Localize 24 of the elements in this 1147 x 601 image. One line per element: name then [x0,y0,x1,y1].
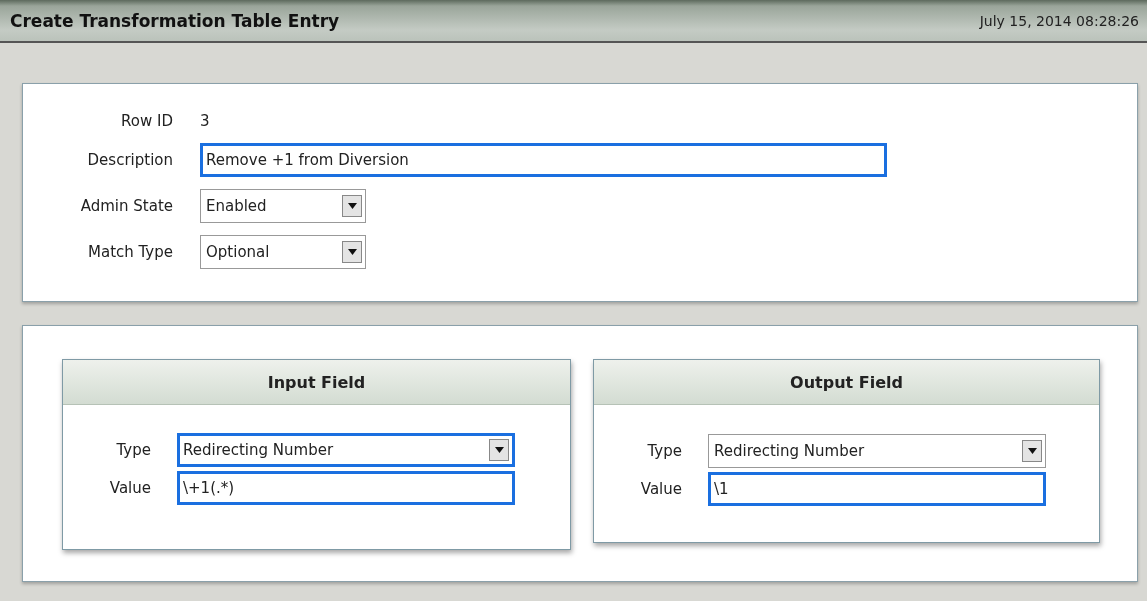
group-title: Input Field [63,360,570,405]
row-id-value: 3 [200,112,210,130]
caret-icon [1022,440,1042,462]
field-label: Value [108,479,151,497]
field-label: Type [115,441,151,459]
caret-icon [489,439,509,461]
page-title: Create Transformation Table Entry [10,10,340,31]
field-label: Value [639,480,682,498]
field-label: Type [646,442,682,460]
field-label: Admin State [79,197,173,215]
dropdown[interactable]: Optional [200,235,366,269]
dropdown[interactable]: Enabled [200,189,366,223]
caret-icon [342,241,362,263]
type-dropdown[interactable]: Redirecting Number [177,433,515,467]
field-label: Description [86,151,173,169]
description-field[interactable]: Remove +1 from Diversion [200,143,887,177]
value-field[interactable]: \1 [708,472,1046,506]
group-title: Output Field [594,360,1099,405]
timestamp: July 15, 2014 08:28:26 [979,12,1139,29]
value-field[interactable]: \+1(.*) [177,471,515,505]
type-dropdown[interactable]: Redirecting Number [708,434,1046,468]
field-label: Row ID [120,112,173,130]
caret-icon [342,195,362,217]
field-label: Match Type [87,243,173,261]
